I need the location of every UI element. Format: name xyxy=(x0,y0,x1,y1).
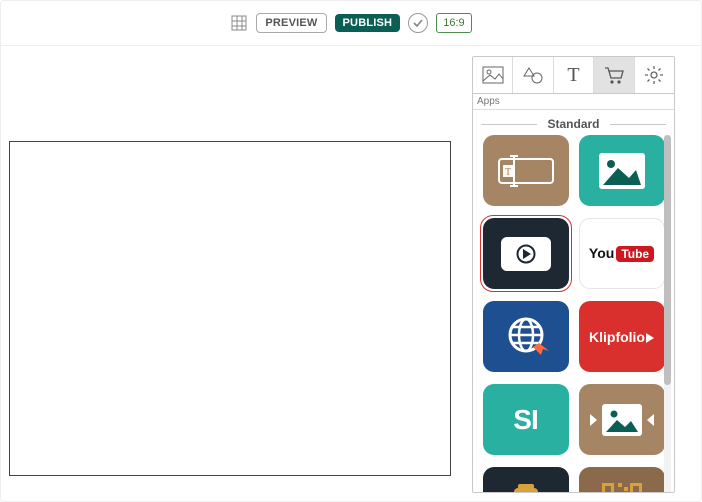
tab-shapes[interactable] xyxy=(513,57,553,93)
textbox-icon: T xyxy=(498,154,554,188)
panel-tab-strip: T xyxy=(473,57,674,94)
grid-toggle-button[interactable] xyxy=(230,14,248,32)
editor-canvas[interactable] xyxy=(9,141,451,476)
qr-icon xyxy=(600,481,644,493)
shape-icon xyxy=(523,66,543,84)
video-player-app[interactable] xyxy=(483,218,569,289)
section-standard-label: Standard xyxy=(537,117,609,131)
top-toolbar: PREVIEW PUBLISH 16:9 xyxy=(1,1,701,46)
editor-viewport: PREVIEW PUBLISH 16:9 xyxy=(0,0,702,502)
klipfolio-app[interactable]: Klipfolio xyxy=(579,301,665,372)
si-icon: SI xyxy=(513,404,537,436)
youtube-app[interactable]: YouTube xyxy=(579,218,665,289)
youtube-icon: YouTube xyxy=(589,245,654,262)
text-type-icon: T xyxy=(567,64,579,87)
image-icon xyxy=(482,66,504,84)
slideshow-app[interactable] xyxy=(579,384,665,455)
panel-scrollbar[interactable] xyxy=(664,135,671,492)
toolbar-center-group: PREVIEW PUBLISH 16:9 xyxy=(230,13,471,33)
web-app[interactable] xyxy=(483,301,569,372)
text-box-app[interactable]: T xyxy=(483,135,569,206)
section-standard-header: Standard xyxy=(473,116,674,131)
grid-icon xyxy=(231,15,247,31)
picture-icon xyxy=(596,150,648,192)
klipfolio-icon: Klipfolio xyxy=(589,329,654,345)
stock-image-app[interactable]: SI xyxy=(483,384,569,455)
apps-grid: T xyxy=(481,135,666,492)
stack-app[interactable] xyxy=(483,467,569,492)
gear-icon xyxy=(645,66,663,84)
tab-apps[interactable] xyxy=(594,57,634,93)
stack-icon xyxy=(506,484,546,493)
checkmark-icon xyxy=(412,17,424,29)
validate-button[interactable] xyxy=(408,13,428,33)
tab-text[interactable]: T xyxy=(554,57,594,93)
aspect-ratio-button[interactable]: 16:9 xyxy=(436,13,471,33)
preview-button[interactable]: PREVIEW xyxy=(256,13,326,33)
right-panel: T Apps St xyxy=(472,56,675,493)
tab-image[interactable] xyxy=(473,57,513,93)
tab-settings[interactable] xyxy=(635,57,674,93)
play-icon xyxy=(497,233,555,275)
scrollbar-thumb[interactable] xyxy=(664,135,671,385)
svg-text:T: T xyxy=(505,167,511,178)
apps-scroll-area[interactable]: T xyxy=(473,135,674,492)
publish-button[interactable]: PUBLISH xyxy=(335,14,401,32)
cart-icon xyxy=(604,66,624,84)
image-app[interactable] xyxy=(579,135,665,206)
qr-app[interactable] xyxy=(579,467,665,492)
globe-icon xyxy=(503,314,549,360)
slideshow-icon xyxy=(587,396,657,444)
panel-apps-label: Apps xyxy=(473,94,674,110)
